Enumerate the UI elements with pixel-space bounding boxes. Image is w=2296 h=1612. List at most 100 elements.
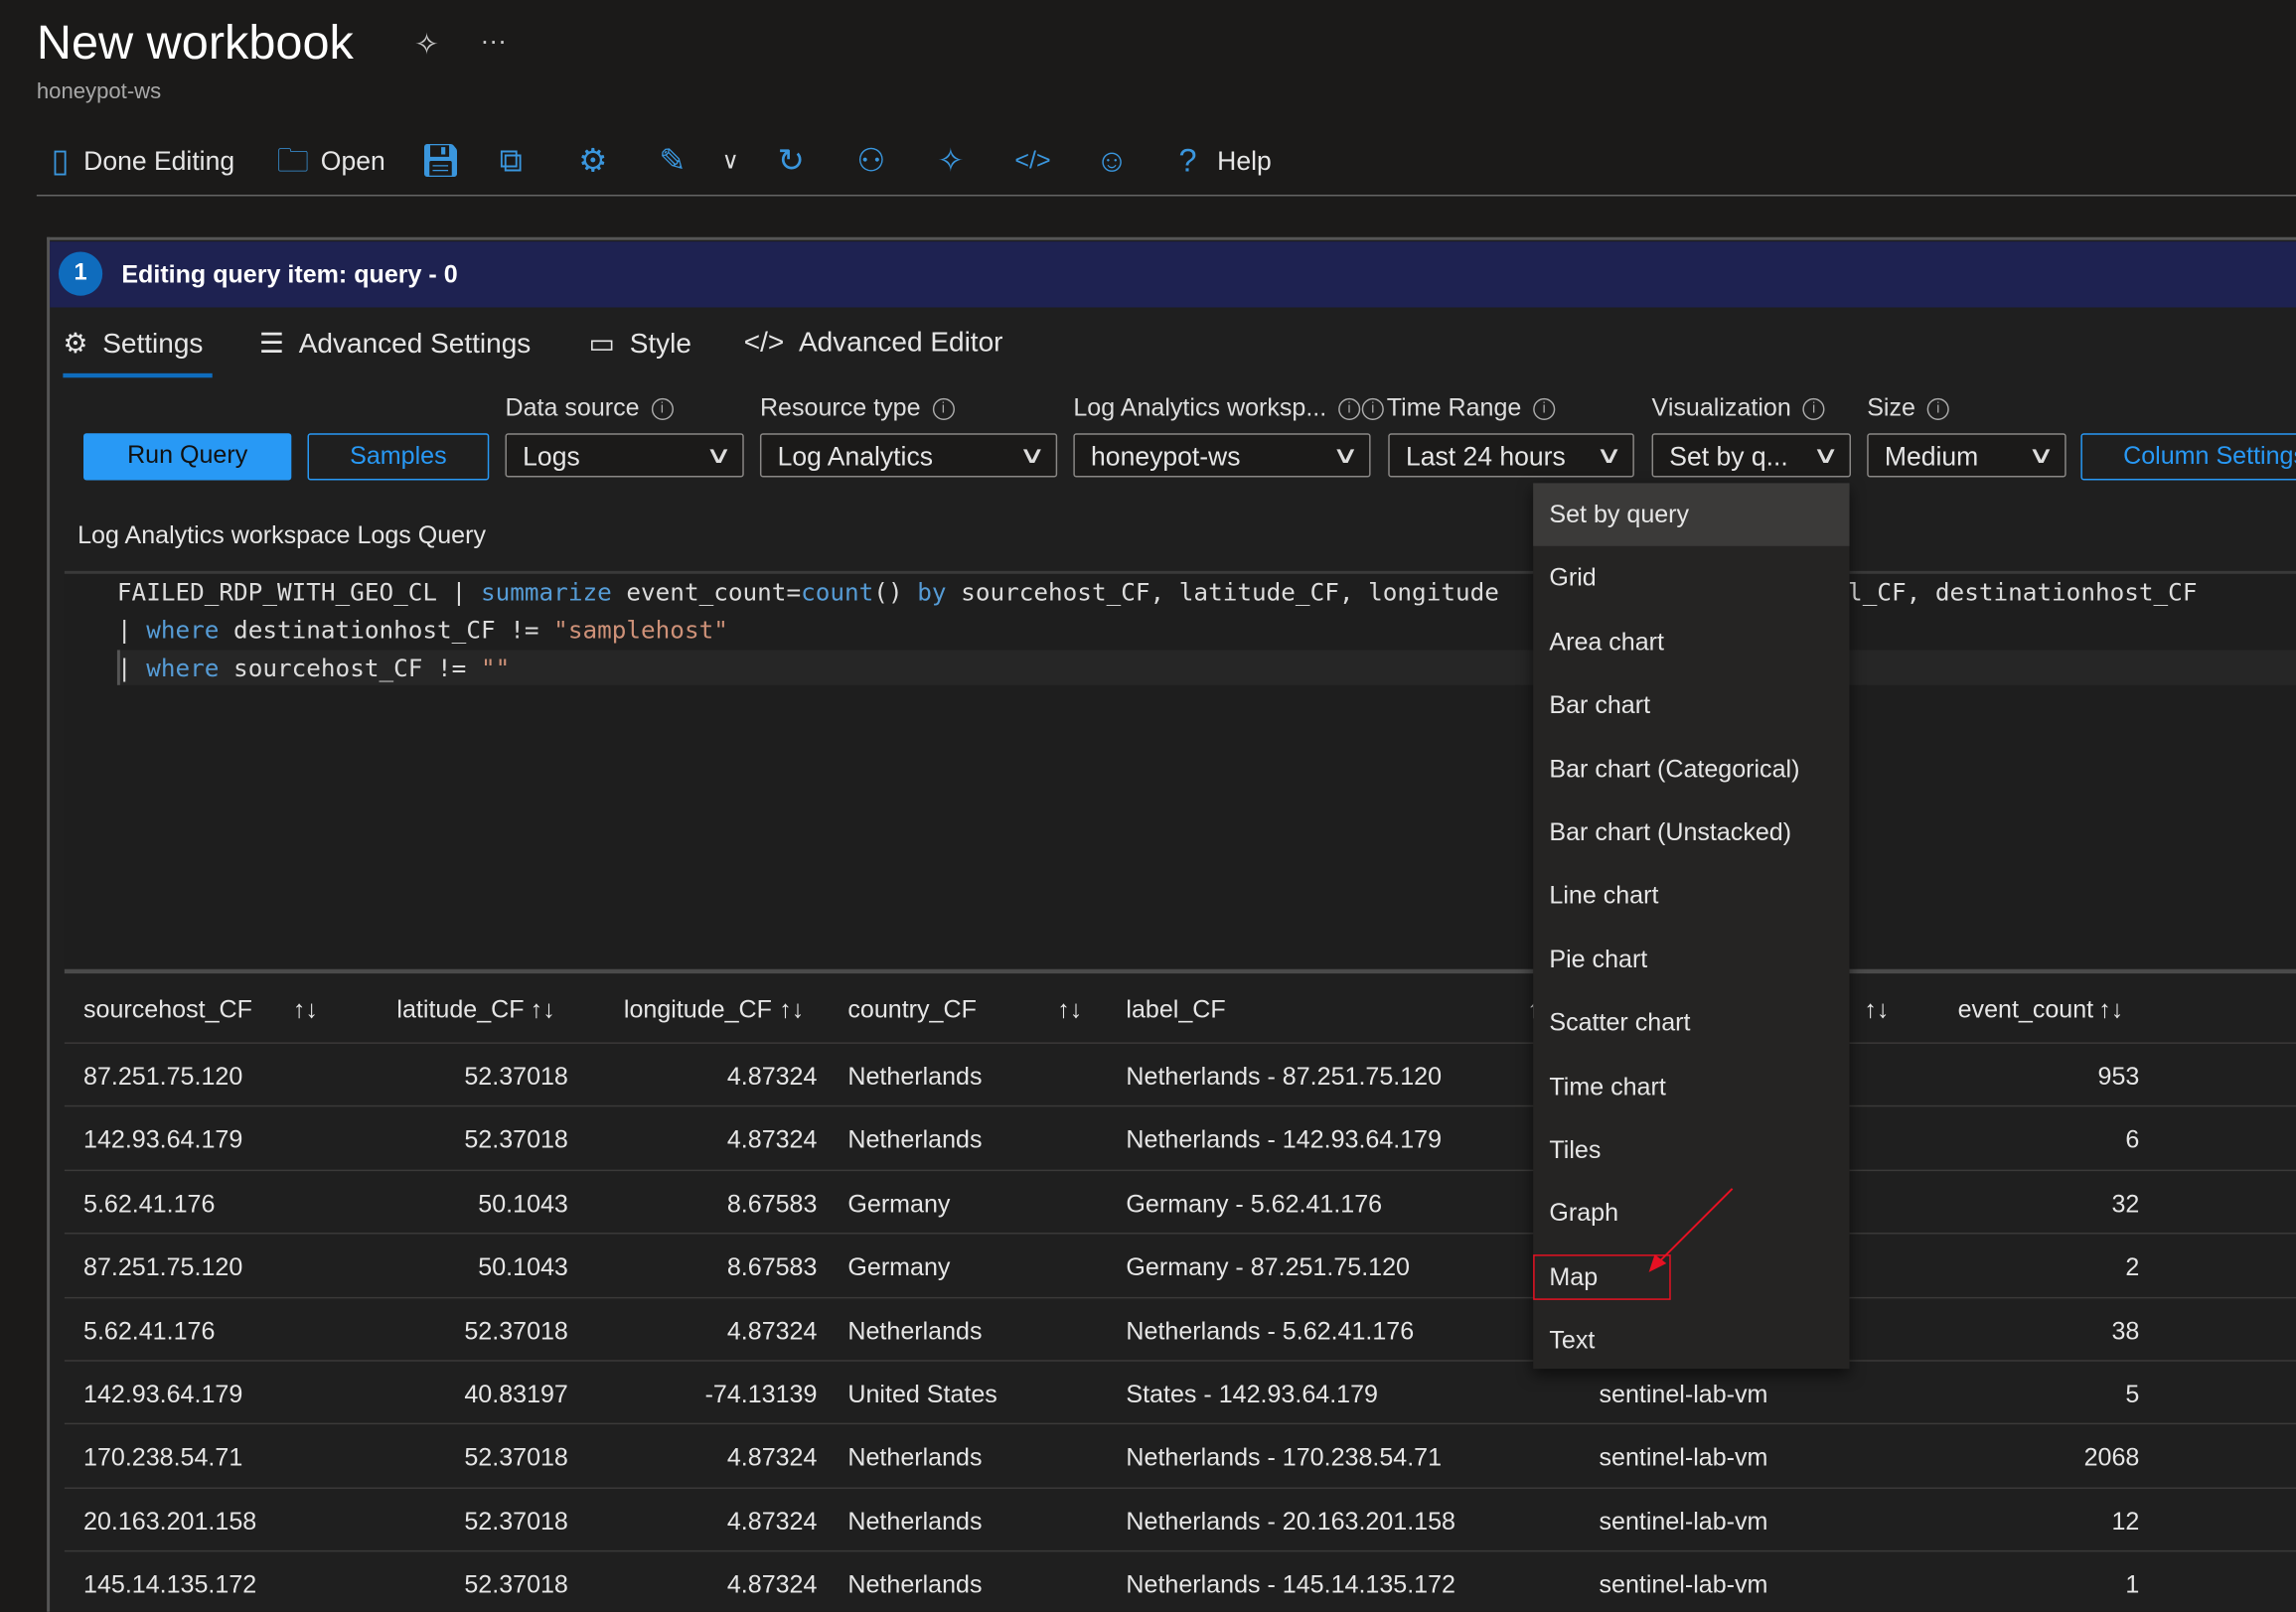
sort-icon[interactable]: ↑↓ xyxy=(531,995,555,1024)
refresh-icon[interactable]: ↻ xyxy=(778,143,805,178)
menu-item[interactable]: Bar chart (Categorical) xyxy=(1533,737,1849,800)
edit-icon[interactable]: ✎ xyxy=(659,143,686,178)
open-button[interactable]: 🗀 Open xyxy=(277,143,385,178)
pin-icon[interactable]: ✧ xyxy=(414,27,439,64)
sort-icon[interactable]: ↑↓ xyxy=(2098,995,2123,1024)
run-query-button[interactable]: Run Query xyxy=(83,433,292,481)
menu-item[interactable]: Pie chart xyxy=(1533,928,1849,990)
item-header-title: Editing query item: query - 0 xyxy=(121,260,458,289)
table-cell: 52.37018 xyxy=(464,1126,568,1155)
save-icon[interactable]: 💾︎ xyxy=(420,143,461,178)
table-cell: Germany - 87.251.75.120 xyxy=(1126,1252,1410,1281)
visualization-label: Visualization i xyxy=(1652,393,1825,422)
info-icon: i xyxy=(932,397,955,421)
page-title: New workbook xyxy=(36,14,354,70)
sort-icon[interactable]: ↑↓ xyxy=(293,995,318,1024)
more-icon[interactable]: ··· xyxy=(480,27,507,58)
menu-item[interactable]: Set by query xyxy=(1533,483,1850,546)
done-editing-button[interactable]: ▯ Done Editing xyxy=(52,143,235,178)
page-subtitle: honeypot-ws xyxy=(36,78,162,104)
row-divider xyxy=(64,1233,2296,1235)
table-cell: sentinel-lab-vm xyxy=(1599,1570,1768,1599)
table-cell: 8.67583 xyxy=(726,1252,818,1281)
chevron-down-icon: ∨ xyxy=(1331,443,1360,469)
table-cell: 50.1043 xyxy=(478,1252,568,1281)
menu-item[interactable]: Area chart xyxy=(1533,610,1849,672)
row-divider xyxy=(64,1169,2296,1171)
chevron-down-icon[interactable]: ∨ xyxy=(722,143,739,178)
row-divider xyxy=(64,1296,2296,1298)
table-cell: sentinel-lab-vm xyxy=(1599,1507,1768,1536)
tab-settings[interactable]: ⚙ Settings xyxy=(63,328,203,362)
visualization-dropdown[interactable]: Set by q... ∨ xyxy=(1651,433,1852,478)
query-label: Log Analytics workspace Logs Query xyxy=(77,520,486,549)
table-cell: 12 xyxy=(2111,1507,2140,1536)
sort-icon[interactable]: ↑↓ xyxy=(779,995,804,1024)
table-cell: 52.37018 xyxy=(464,1570,568,1599)
tab-advanced-editor[interactable]: </> Advanced Editor xyxy=(744,328,1003,360)
feedback-smiley-icon[interactable]: ☺ xyxy=(1095,143,1128,178)
table-cell: Netherlands - 20.163.201.158 xyxy=(1126,1507,1455,1536)
save-as-icon[interactable]: ⧉ xyxy=(500,143,523,178)
menu-item[interactable]: Grid xyxy=(1533,546,1849,609)
tab-advanced-settings[interactable]: ☰ Advanced Settings xyxy=(259,328,531,362)
help-button[interactable]: ? Help xyxy=(1178,143,1271,178)
table-cell: 170.238.54.71 xyxy=(83,1443,243,1472)
settings-icon[interactable]: ⚙ xyxy=(578,143,607,178)
folder-icon: 🗀 xyxy=(276,141,310,179)
done-editing-label: Done Editing xyxy=(83,145,235,176)
size-label: Size i xyxy=(1867,393,1949,422)
column-header[interactable]: longitude_CF xyxy=(624,995,772,1024)
red-arrow-annotation xyxy=(1648,1188,1734,1272)
column-header[interactable]: latitude_CF xyxy=(396,995,524,1024)
table-cell: Netherlands - 170.238.54.71 xyxy=(1126,1443,1443,1472)
style-icon: ▭ xyxy=(588,329,615,361)
column-header[interactable]: event_count xyxy=(1958,995,2094,1024)
code-line-1-tail: l_CF, destinationhost_CF xyxy=(1848,578,2198,607)
menu-item[interactable]: Time chart xyxy=(1533,1055,1849,1117)
sort-icon[interactable]: ↑↓ xyxy=(1057,995,1082,1024)
table-cell: Netherlands xyxy=(847,1507,983,1536)
code-icon[interactable]: </> xyxy=(1014,143,1050,178)
menu-item[interactable]: Scatter chart xyxy=(1533,991,1849,1054)
tab-style[interactable]: ▭ Style xyxy=(589,328,691,362)
resource-type-dropdown[interactable]: Log Analytics ∨ xyxy=(759,433,1058,478)
chevron-down-icon: ∨ xyxy=(1018,443,1047,469)
table-cell: 50.1043 xyxy=(478,1189,568,1218)
column-header[interactable]: country_CF xyxy=(847,995,977,1024)
workspace-dropdown[interactable]: honeypot-ws ∨ xyxy=(1073,433,1371,478)
row-divider xyxy=(64,1423,2296,1425)
info-icon: i xyxy=(651,397,674,421)
table-cell: 52.37018 xyxy=(464,1443,568,1472)
info-icon: i xyxy=(1338,397,1361,421)
table-cell: sentinel-lab-vm xyxy=(1599,1380,1768,1408)
pin-toolbar-icon[interactable]: ✧ xyxy=(937,143,964,178)
size-dropdown[interactable]: Medium ∨ xyxy=(1867,433,2066,478)
chevron-down-icon: ∨ xyxy=(1596,443,1623,469)
table-cell: 142.93.64.179 xyxy=(83,1380,243,1408)
column-header[interactable]: sourcehost_CF xyxy=(83,995,252,1024)
data-source-dropdown[interactable]: Logs ∨ xyxy=(505,433,744,478)
menu-item[interactable]: Bar chart (Unstacked) xyxy=(1533,801,1849,863)
tab-label: Advanced Settings xyxy=(298,328,532,360)
done-editing-icon: ▯ xyxy=(51,141,70,179)
code-line-2: | where destinationhost_CF != "samplehos… xyxy=(116,616,728,645)
table-cell: 953 xyxy=(2097,1063,2140,1092)
chevron-down-icon: ∨ xyxy=(1812,443,1840,469)
samples-button[interactable]: Samples xyxy=(307,433,490,481)
sort-icon[interactable]: ↑↓ xyxy=(1864,995,1889,1024)
menu-item[interactable]: Line chart xyxy=(1533,864,1849,927)
table-cell: 52.37018 xyxy=(464,1063,568,1092)
column-header[interactable]: label_CF xyxy=(1126,995,1225,1024)
menu-item[interactable]: Text xyxy=(1533,1309,1849,1372)
menu-item[interactable]: Tiles xyxy=(1533,1118,1849,1181)
table-cell: 5.62.41.176 xyxy=(83,1316,216,1345)
row-divider xyxy=(64,1487,2296,1489)
share-icon[interactable]: ⚇ xyxy=(856,143,885,178)
column-settings-button[interactable]: Column Settings xyxy=(2080,433,2296,481)
table-cell: 4.87324 xyxy=(726,1316,818,1345)
time-range-dropdown[interactable]: Last 24 hours ∨ xyxy=(1388,433,1634,478)
time-range-label: i Time Range i xyxy=(1361,393,1556,422)
table-cell: 4.87324 xyxy=(726,1063,818,1092)
menu-item[interactable]: Bar chart xyxy=(1533,673,1849,736)
